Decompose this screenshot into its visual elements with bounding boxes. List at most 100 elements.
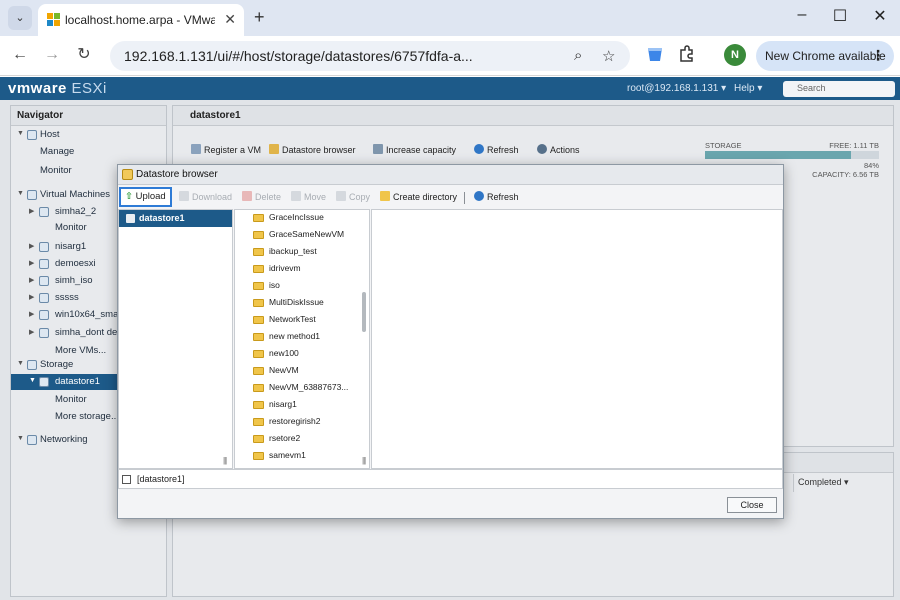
folder-icon [253,214,264,222]
folder-name: restoregirish2 [269,416,321,426]
browser-toolbar: ← → ↻ 192.168.1.131/ui/#/host/storage/da… [0,36,900,76]
navigator-item-label: Manage [40,146,75,157]
folder-icon [253,282,264,290]
folder-name: NewVM_63887673... [269,382,349,392]
extensions-puzzle-icon[interactable] [678,45,698,65]
tree-node-icon [39,328,49,338]
copy-button[interactable]: Copy [336,191,370,202]
maximize-icon[interactable]: ☐ [828,6,852,26]
dialog-title-bar: Datastore browser [118,165,783,185]
folder-name: NewVM [269,365,299,375]
navigator-item-label: win10x64_smal [55,309,121,320]
storage-label: STORAGE [705,141,742,150]
navigator-item-label: sssss [55,292,79,303]
download-button[interactable]: Download [179,191,232,202]
help-menu[interactable]: Help ▾ [734,83,762,94]
navigator-item-label: datastore1 [55,376,100,387]
tree-node-icon [27,435,37,445]
current-path: [datastore1] [137,474,185,484]
navigator-item[interactable]: Manage [11,144,166,160]
create-directory-button[interactable]: Create directory [380,191,457,202]
expand-caret-icon[interactable]: ▶ [29,207,34,215]
expand-caret-icon[interactable]: ▼ [17,130,24,137]
new-tab-icon[interactable]: + [254,7,265,28]
dialog-refresh-button[interactable]: Refresh [474,191,519,202]
navigator-item-label: Virtual Machines [40,189,111,200]
more-menu-icon[interactable]: ⋮ [871,47,885,64]
folder-name: new method1 [269,331,321,341]
expand-caret-icon[interactable]: ▶ [29,242,34,250]
completed-column-header[interactable]: Completed ▾ [793,474,893,492]
expand-caret-icon[interactable]: ▼ [17,360,24,367]
upload-button[interactable]: ⇧ Upload [119,187,172,207]
back-icon[interactable]: ← [9,44,31,66]
storage-usage-bar [705,151,879,159]
datastore-list-pane: datastore1 [118,209,233,469]
user-menu[interactable]: root@192.168.1.131 ▾ [627,83,726,94]
refresh-button[interactable]: Refresh [474,144,519,155]
delete-button[interactable]: Delete [242,191,281,202]
expand-caret-icon[interactable]: ▶ [29,293,34,301]
new-chrome-available-button[interactable]: New Chrome available ⋮ [756,41,894,71]
storage-capacity: CAPACITY: 6.56 TB [812,170,879,179]
expand-caret-icon[interactable]: ▼ [17,190,24,197]
navigator-item-label: More VMs... [55,345,107,356]
tree-node-icon [39,310,49,320]
browser-tab[interactable]: localhost.home.arpa - VMware ESXi ✕ [38,4,244,36]
datastore-list-item[interactable]: datastore1 [119,210,232,227]
tree-node-icon [39,207,49,217]
tree-node-icon [39,293,49,303]
esxi-logo: vmware ESXi [8,80,107,97]
navigator-item-label: Host [40,129,60,140]
increase-capacity-button[interactable]: Increase capacity [373,144,456,155]
tab-close-icon[interactable]: ✕ [224,11,236,28]
reload-icon[interactable]: ↻ [73,44,95,66]
close-button[interactable]: Close [727,497,777,513]
navigator-item[interactable]: ▼ Host [11,127,166,143]
extension-cup-icon[interactable] [646,45,666,65]
datastore-path-icon [122,475,131,484]
expand-caret-icon[interactable]: ▼ [17,435,24,442]
datastore-title: datastore1 [190,110,241,121]
expand-caret-icon[interactable]: ▶ [29,328,34,336]
folder-list-scrollbar[interactable] [362,292,366,332]
forward-icon[interactable]: → [41,44,63,66]
search-input[interactable]: Search [783,81,895,97]
datastore-browser-button[interactable]: Datastore browser [269,144,356,155]
folder-name: NetworkTest [269,314,316,324]
pane-resize-grip[interactable]: ||| [223,456,227,465]
folder-icon [253,333,264,341]
expand-caret-icon[interactable]: ▼ [29,377,36,384]
folder-icon [253,452,264,460]
folder-icon [253,435,264,443]
zoom-icon[interactable]: ⌕ [574,47,582,64]
actions-button[interactable]: Actions [537,144,580,155]
datastore-icon [126,214,135,223]
move-button[interactable]: Move [291,191,326,202]
register-vm-button[interactable]: Register a VM [191,144,261,155]
storage-free: FREE: 1.11 TB [829,141,879,150]
datastore-header: datastore1 [173,106,893,126]
expand-caret-icon[interactable]: ▶ [29,259,34,267]
folder-icon [253,401,264,409]
folder-icon [253,299,264,307]
window-close-icon[interactable]: ✕ [868,6,892,26]
tab-search-button[interactable]: ⌄ [8,6,32,30]
bookmark-star-icon[interactable]: ☆ [602,47,615,65]
pane-resize-grip[interactable]: ||| [362,456,366,465]
tab-title: localhost.home.arpa - VMware ESXi [65,13,215,27]
expand-caret-icon[interactable]: ▶ [29,310,34,318]
address-bar[interactable]: 192.168.1.131/ui/#/host/storage/datastor… [110,41,630,71]
folder-icon [253,384,264,392]
profile-avatar[interactable]: N [724,44,746,66]
folder-name: iso [269,280,280,290]
minimize-icon[interactable]: – [790,6,814,24]
navigator-title: Navigator [17,110,64,121]
esxi-header: vmware ESXi root@192.168.1.131 ▾ Help ▾ … [0,77,900,100]
folder-name: samevm1 [269,450,306,460]
folder-name: nisarg1 [269,399,297,409]
expand-caret-icon[interactable]: ▶ [29,276,34,284]
navigator-header: Navigator [11,106,166,126]
folder-name: idrivevm [269,263,301,273]
navigator-item-label: demoesxi [55,258,96,269]
